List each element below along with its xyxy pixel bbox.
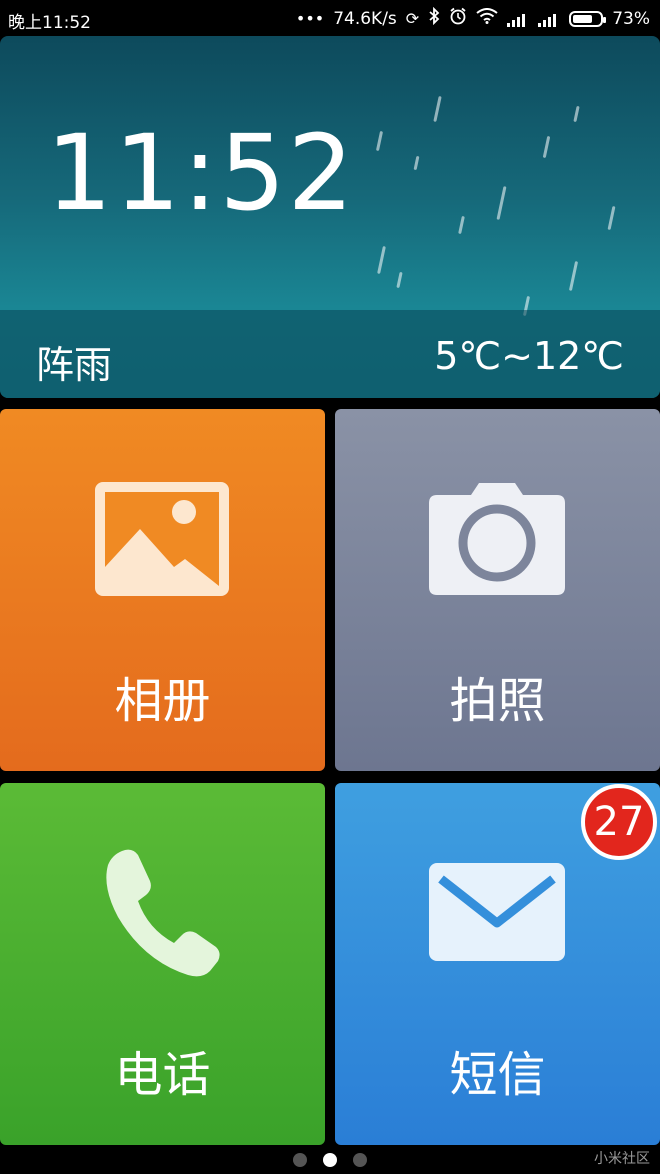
camera-tile[interactable]: 拍照 (335, 409, 660, 771)
phone-label: 电话 (114, 1047, 211, 1103)
clock-time[interactable]: 11:52 (46, 118, 356, 228)
weather-info-bar[interactable]: 阵雨 5℃~12℃ (0, 310, 660, 398)
page-dot[interactable] (323, 1153, 337, 1167)
rain-streak (413, 155, 420, 171)
camera-label: 拍照 (449, 673, 546, 729)
camera-icon (429, 483, 565, 595)
sms-label: 短信 (449, 1047, 546, 1103)
rain-streak (433, 95, 442, 123)
phone-tile[interactable]: 电话 (0, 783, 325, 1145)
network-speed: 74.6K/s (333, 8, 397, 29)
album-label: 相册 (114, 673, 211, 729)
status-bar: 晚上11:52 ••• 74.6K/s ⟳ 73% (0, 0, 660, 36)
rain-streak (573, 105, 580, 123)
weather-temperature: 5℃~12℃ (434, 334, 624, 378)
weather-condition: 阵雨 (36, 343, 113, 387)
weather-clock-widget[interactable]: 11:52 阵雨 5℃~12℃ (0, 36, 660, 398)
signal-icon (507, 11, 529, 27)
more-dots-icon: ••• (295, 8, 325, 28)
status-icons: ••• 74.6K/s ⟳ 73% (295, 6, 650, 30)
phone-icon (106, 849, 220, 977)
album-tile[interactable]: 相册 (0, 409, 325, 771)
rain-streak (375, 130, 384, 152)
signal-icon (538, 11, 560, 27)
sms-unread-badge: 27 (581, 784, 657, 860)
battery-percent: 73% (612, 8, 650, 29)
rain-streak (458, 215, 465, 235)
alarm-icon (449, 7, 467, 30)
rain-streak (542, 135, 551, 159)
watermark: 小米社区 (594, 1151, 650, 1167)
rain-streak (496, 186, 507, 220)
page-dot[interactable] (293, 1153, 307, 1167)
battery-icon (569, 10, 607, 27)
rain-streak (607, 205, 616, 231)
status-time: 晚上11:52 (8, 13, 91, 33)
page-dot[interactable] (353, 1153, 367, 1167)
wifi-icon (476, 8, 498, 29)
bluetooth-icon (428, 6, 440, 30)
battery-fill (573, 14, 593, 23)
sync-icon: ⟳ (405, 8, 420, 28)
gallery-icon (95, 482, 229, 596)
rain-streak (396, 271, 403, 289)
mail-icon (429, 863, 565, 961)
page-indicator[interactable] (0, 1153, 660, 1169)
rain-streak (568, 261, 579, 291)
rain-streak (377, 245, 386, 275)
